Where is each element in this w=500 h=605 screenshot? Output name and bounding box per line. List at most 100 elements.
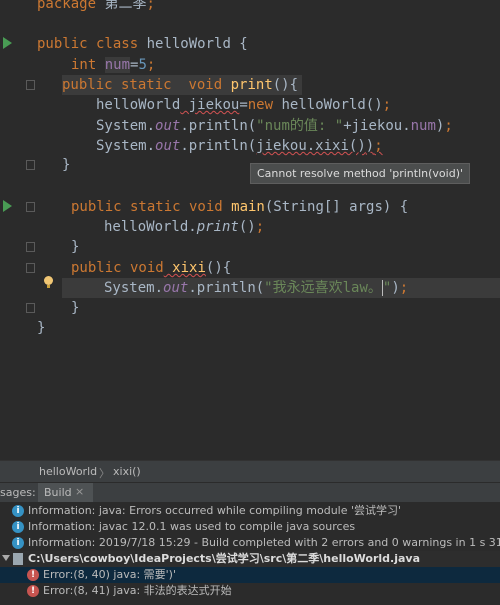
code-editor[interactable]: package 第二季; public class helloWorld { i… (0, 0, 500, 460)
params: (String[] args) { (264, 199, 409, 215)
code-line-package[interactable]: package 第二季; (37, 0, 155, 14)
message-row[interactable]: i Information: java: Errors occurred whi… (0, 503, 500, 519)
error-tooltip: Cannot resolve method 'println(void)' (250, 163, 471, 184)
number-literal: 5 (138, 57, 147, 73)
code-line-xixi-signature[interactable]: public void xixi(){ (71, 258, 231, 278)
code-line-println-2[interactable]: System.out.println(jiekou.xixi()); (96, 136, 383, 156)
code-line-class[interactable]: public class helloWorld { (37, 34, 248, 54)
concat-expr: +jiekou. (343, 118, 411, 134)
semicolon: ; (399, 280, 409, 296)
lightbulb-icon[interactable] (44, 276, 53, 288)
fold-marker-icon[interactable] (26, 80, 35, 90)
code-line-println-1[interactable]: System.out.println("num的值: "+jiekou.num)… (96, 116, 453, 136)
tool-window-tabs: sages: Build × (0, 482, 500, 503)
keyword-public-static-void: public static void (71, 199, 223, 215)
message-text: Information: 2019/7/18 15:29 - Build com… (28, 536, 500, 549)
semicolon: ; (382, 97, 392, 113)
fold-marker-icon[interactable] (26, 303, 35, 313)
code-line-close-print: } (62, 155, 70, 175)
class-ref: helloWorld. (104, 219, 197, 235)
error-expression: jiekou.xixi() (256, 138, 366, 154)
keyword-public-class: public class (37, 36, 139, 52)
java-file-icon (13, 553, 23, 565)
error-text: Error:(8, 41) java: 非法的表达式开始 (43, 584, 232, 597)
run-main-icon[interactable] (3, 200, 12, 212)
breadcrumb-class[interactable]: helloWorld (39, 465, 97, 478)
closing-brace: } (71, 239, 80, 255)
code-line-main-signature[interactable]: public static void main(String[] args) { (71, 197, 408, 217)
brace: { (230, 36, 248, 52)
tab-messages[interactable]: sages: (0, 486, 36, 499)
parens: () (238, 219, 256, 235)
string-literal: "我永远喜欢law。 (264, 280, 382, 296)
code-line-close-xixi: } (71, 298, 79, 318)
constructor-call: helloWorld() (273, 97, 383, 113)
code-line-field[interactable]: int num=5; (71, 55, 155, 75)
method-name-xixi: xixi (163, 260, 206, 276)
keyword-package: package (37, 0, 97, 12)
class-name: helloWorld (138, 36, 231, 52)
keyword-public: public (71, 260, 122, 276)
file-path-text: C:\Users\cowboy\IdeaProjects\尝试学习\src\第二… (28, 552, 421, 565)
semicolon: ; (374, 138, 383, 154)
fold-marker-icon[interactable] (26, 160, 35, 170)
message-row[interactable]: i Information: javac 12.0.1 was used to … (0, 519, 500, 535)
close-icon[interactable]: × (75, 485, 84, 498)
field-out: out (155, 118, 181, 134)
run-class-icon[interactable] (3, 37, 12, 49)
field-out: out (155, 138, 181, 154)
expand-arrow-icon[interactable] (2, 555, 10, 561)
closing-brace: } (37, 320, 46, 336)
breadcrumb: helloWorld 〉 xixi() (0, 460, 500, 483)
params: (){ (272, 77, 299, 93)
system-class: System. (96, 138, 156, 154)
paren-close: ) (365, 138, 375, 154)
breadcrumb-method[interactable]: xixi() (113, 465, 141, 478)
field-num-ref: num (410, 118, 436, 134)
static-call-print: print (196, 219, 239, 235)
closing-brace: } (62, 157, 71, 173)
fold-marker-icon[interactable] (26, 202, 35, 212)
info-icon: i (12, 537, 24, 549)
type-name: helloWorld (96, 97, 181, 113)
code-line-new-instance[interactable]: helloWorld jiekou=new helloWorld(); (96, 95, 391, 115)
message-text: Information: javac 12.0.1 was used to co… (28, 520, 356, 533)
keyword-static: static (112, 77, 172, 93)
variable-jiekou: jiekou (180, 97, 240, 113)
code-line-print-signature[interactable]: public static void print(){ (62, 75, 302, 95)
error-row[interactable]: ! Error:(8, 40) java: 需要')' (0, 567, 500, 583)
keyword-void: void (171, 77, 223, 93)
breadcrumb-separator-icon: 〉 (99, 467, 110, 480)
tab-build-label: Build (44, 486, 72, 499)
keyword-public: public (62, 77, 113, 93)
semicolon: ; (146, 57, 156, 73)
paren-close: ) (391, 280, 400, 296)
semicolon: ; (146, 0, 155, 12)
field-num: num (104, 57, 131, 73)
error-row[interactable]: ! Error:(8, 41) java: 非法的表达式开始 (0, 583, 500, 599)
println-call: .println( (188, 280, 265, 296)
method-name-print: print (222, 77, 273, 93)
error-text: Error:(8, 40) java: 需要')' (43, 568, 176, 581)
params: (){ (205, 260, 232, 276)
code-line-main-body[interactable]: helloWorld.print(); (104, 217, 264, 237)
code-line-close-main: } (71, 237, 79, 257)
message-row[interactable]: i Information: 2019/7/18 15:29 - Build c… (0, 535, 500, 551)
error-icon: ! (27, 585, 39, 597)
method-name-main: main (222, 199, 265, 215)
fold-marker-icon[interactable] (26, 263, 35, 273)
keyword-int: int (71, 57, 97, 73)
file-path-row[interactable]: C:\Users\cowboy\IdeaProjects\尝试学习\src\第二… (0, 551, 500, 567)
package-name: 第二季 (96, 0, 147, 12)
keyword-void: void (121, 260, 164, 276)
field-out: out (163, 280, 189, 296)
keyword-new: new (247, 97, 274, 113)
fold-marker-icon[interactable] (26, 242, 35, 252)
code-line-xixi-body[interactable]: System.out.println("我永远喜欢law。"); (62, 278, 500, 298)
closing-brace: } (71, 300, 80, 316)
info-icon: i (12, 521, 24, 533)
equals: = (239, 97, 248, 113)
tab-build[interactable]: Build × (38, 483, 93, 503)
semicolon: ; (255, 219, 265, 235)
string-literal: "num的值: " (256, 118, 344, 134)
